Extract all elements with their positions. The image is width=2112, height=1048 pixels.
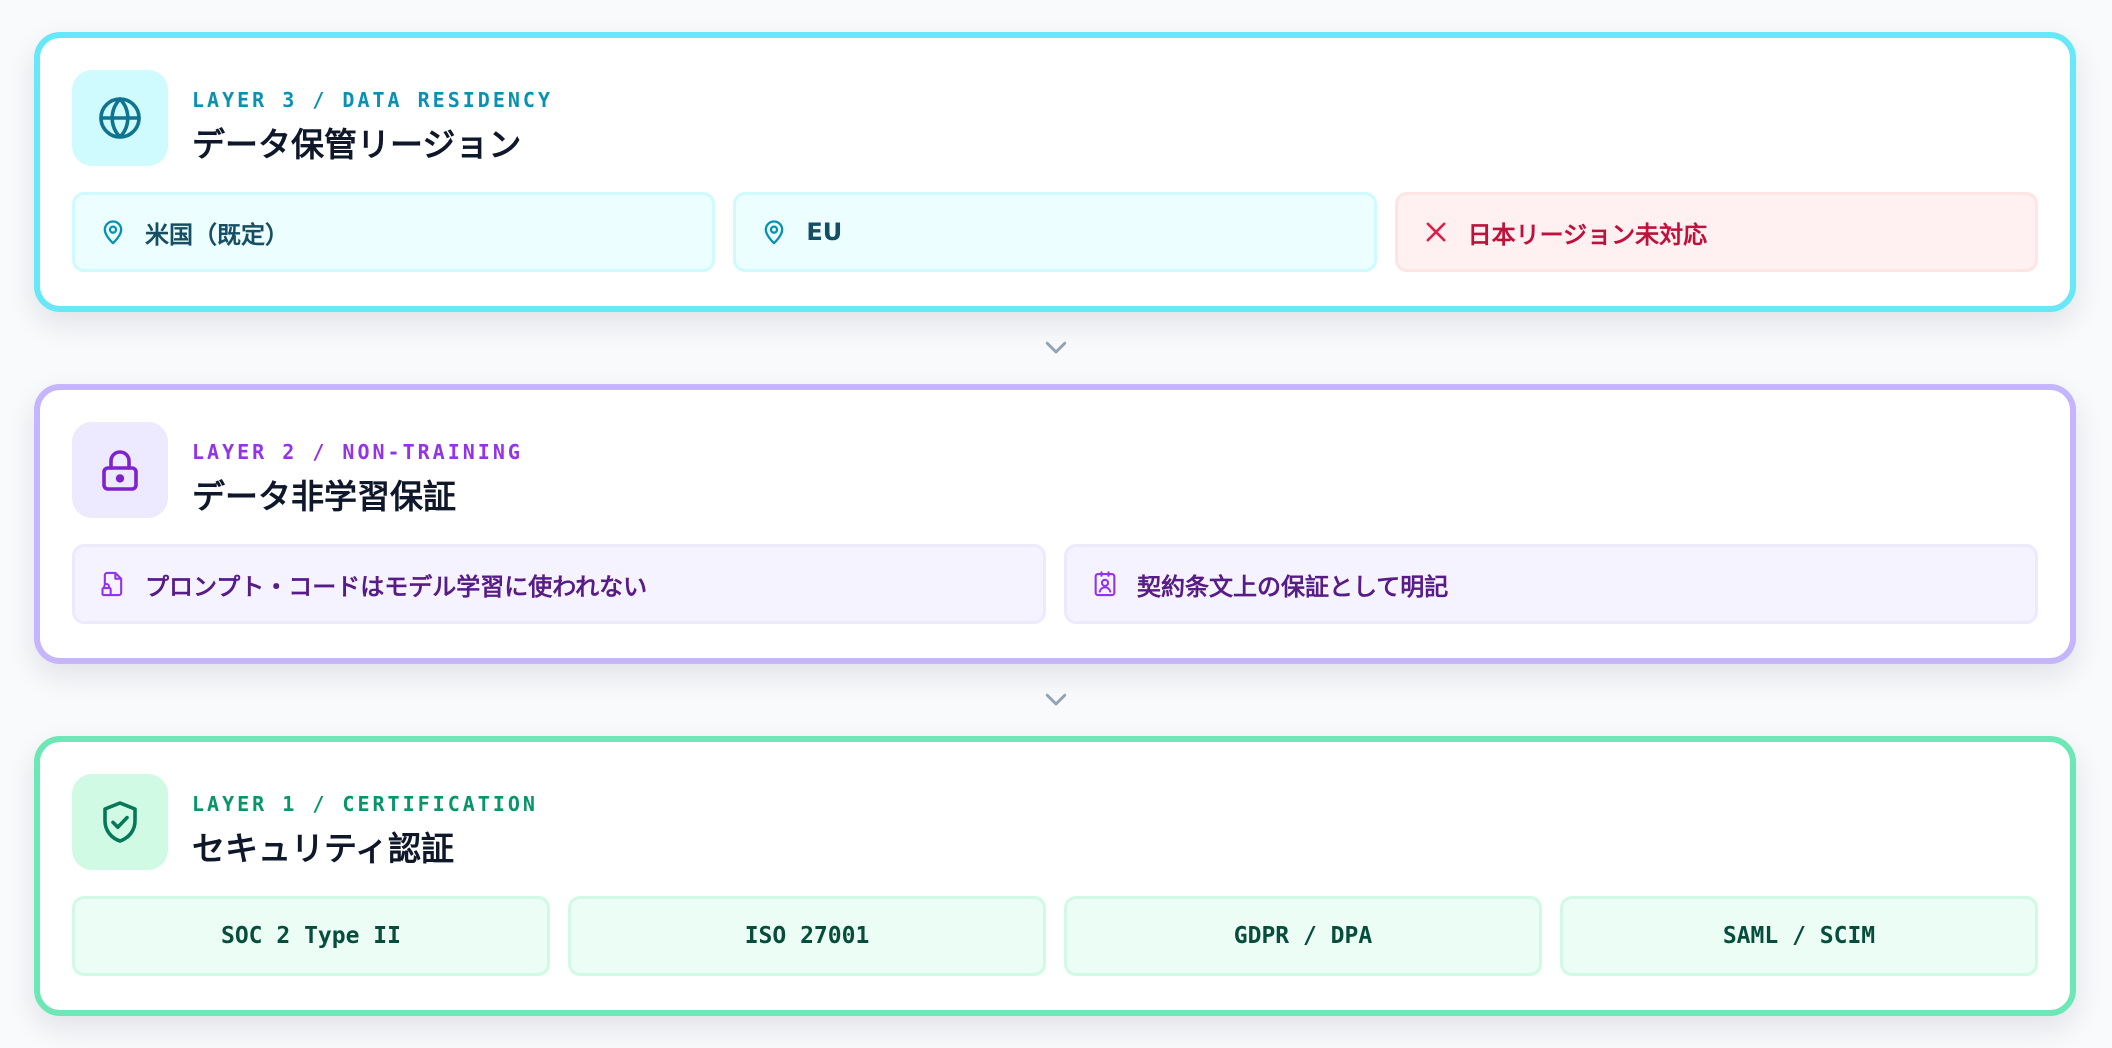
- layer-title: データ非学習保証: [192, 477, 456, 516]
- chip-label: 日本リージョン未対応: [1467, 220, 1708, 249]
- layer-2-card: LAYER 2 / NON-TRAINING データ非学習保証 プロンプト・コー…: [34, 384, 2076, 664]
- map-pin-icon: [103, 220, 123, 245]
- cert-chip-iso27001: ISO 27001: [568, 896, 1046, 976]
- cert-chip-gdpr: GDPR / DPA: [1064, 896, 1542, 976]
- layer-title: セキュリティ認証: [192, 829, 455, 868]
- layer-eyebrow: LAYER 2 / NON-TRAINING: [192, 440, 523, 464]
- lock-icon: [72, 422, 168, 518]
- cert-chip-soc2: SOC 2 Type II: [72, 896, 550, 976]
- guarantee-chip-contract: 契約条文上の保証として明記: [1064, 544, 2038, 624]
- cert-chip-saml: SAML / SCIM: [1560, 896, 2038, 976]
- chevron-down-icon: [1041, 332, 1071, 362]
- layer-eyebrow: LAYER 1 / CERTIFICATION: [192, 792, 538, 816]
- region-chip-us: 米国（既定）: [72, 192, 716, 272]
- layer-title: データ保管リージョン: [192, 125, 522, 164]
- chip-label: プロンプト・コードはモデル学習に使われない: [145, 572, 648, 601]
- layer-eyebrow: LAYER 3 / DATA RESIDENCY: [192, 88, 553, 112]
- layer-3-card: LAYER 3 / DATA RESIDENCY データ保管リージョン 米国（既…: [34, 32, 2076, 312]
- region-chip-japan-unsupported: 日本リージョン未対応: [1394, 192, 2038, 272]
- globe-icon: [72, 70, 168, 166]
- chip-row: 米国（既定） EU 日本リージョン未対応: [72, 192, 2038, 272]
- region-chip-eu: EU: [733, 192, 1377, 272]
- map-pin-icon: [764, 220, 784, 245]
- guarantee-chip-no-training: プロンプト・コードはモデル学習に使われない: [72, 544, 1046, 624]
- chip-row: SOC 2 Type II ISO 27001 GDPR / DPA SAML …: [72, 896, 2038, 976]
- shield-check-icon: [72, 774, 168, 870]
- layer-1-card: LAYER 1 / CERTIFICATION セキュリティ認証 SOC 2 T…: [34, 736, 2076, 1016]
- chip-label: 米国（既定）: [145, 220, 289, 249]
- x-icon: [1426, 222, 1446, 242]
- chip-row: プロンプト・コードはモデル学習に使われない 契約条文上の保証として明記: [72, 544, 2038, 624]
- chip-label: EU: [806, 218, 843, 246]
- chip-label: 契約条文上の保証として明記: [1137, 572, 1449, 601]
- contract-icon: [1094, 571, 1116, 597]
- chevron-down-icon: [1041, 684, 1071, 714]
- file-lock-icon: [101, 571, 123, 597]
